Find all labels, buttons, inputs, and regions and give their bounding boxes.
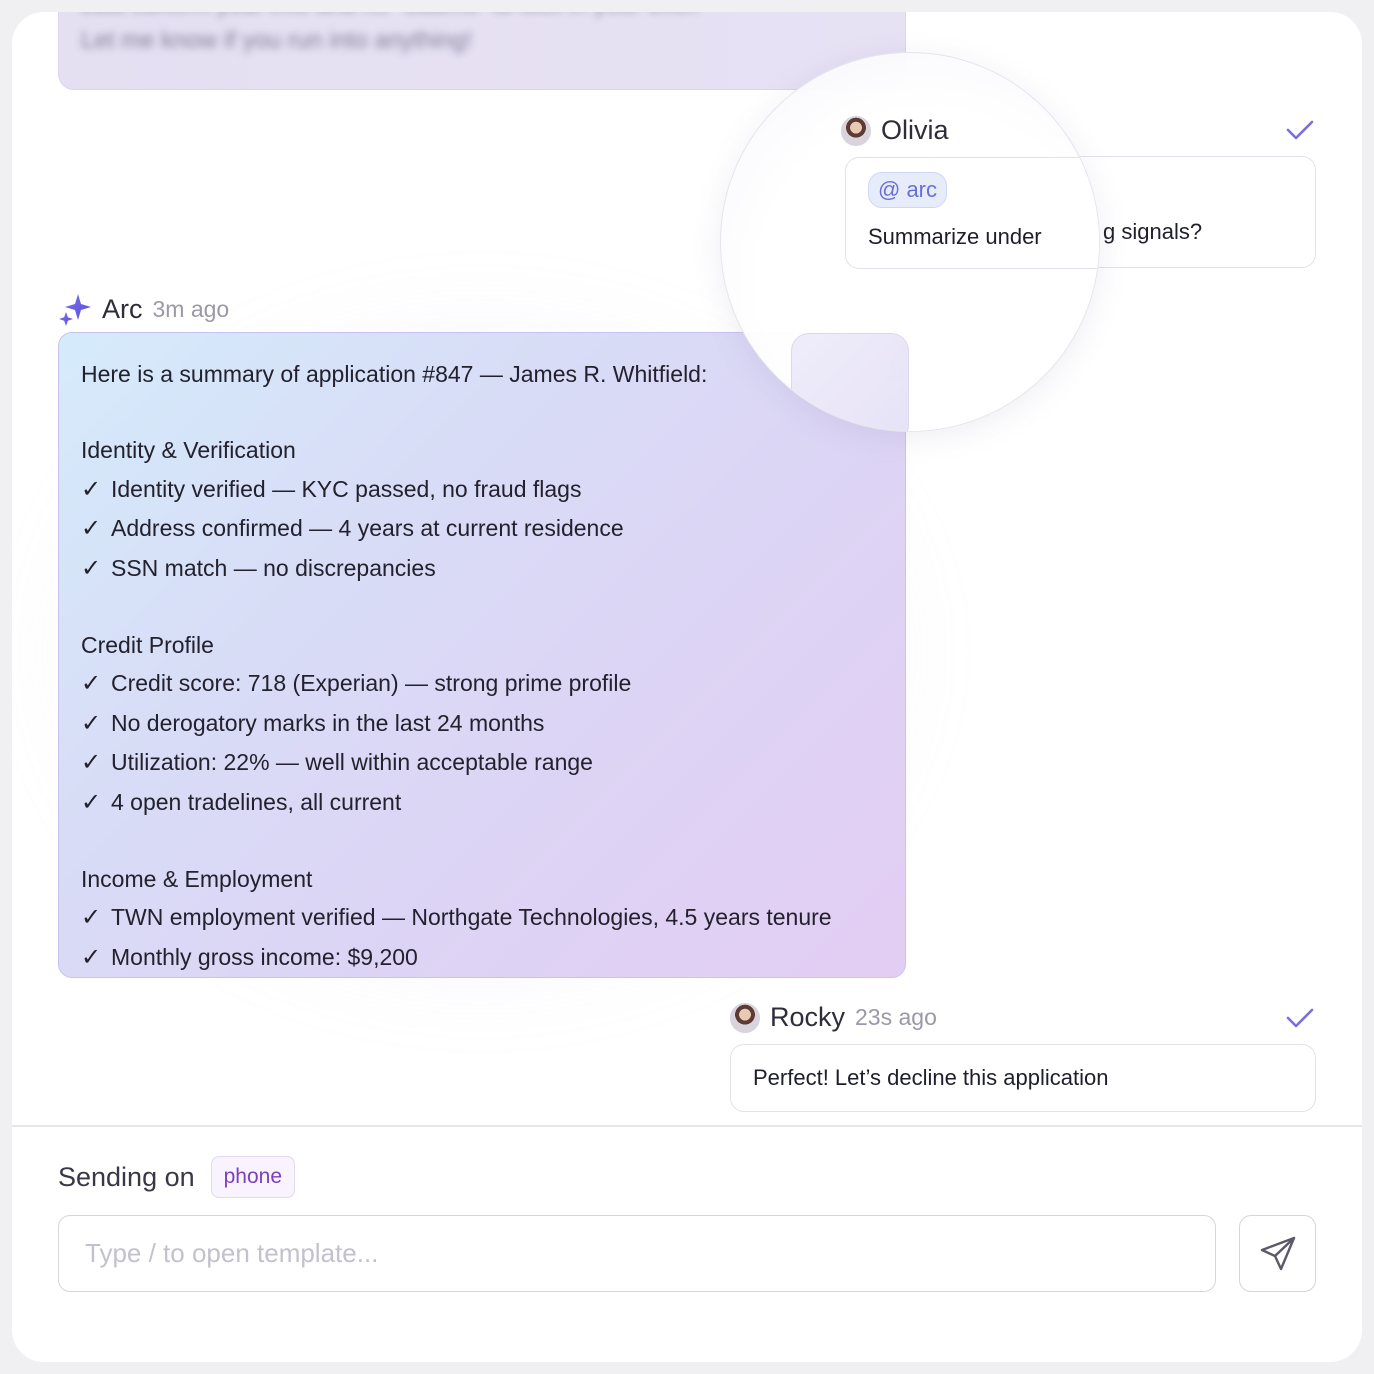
arc-timestamp: 3m ago (152, 295, 230, 322)
olivia-message-text-tail: g signals? (1103, 219, 1203, 244)
send-button[interactable] (1239, 1215, 1316, 1292)
list-item: ✓ TWN employment verified — Northgate Tec… (81, 898, 883, 937)
check-icon: ✓ (81, 670, 102, 698)
check-icon: ✓ (81, 475, 102, 503)
channel-chip[interactable]: phone (210, 1156, 296, 1198)
olivia-message-header: Olivia (841, 115, 949, 146)
rocky-timestamp: 23s ago (855, 1004, 937, 1030)
rocky-message-header: Rocky 23s ago (730, 1002, 937, 1033)
check-icon: ✓ (81, 709, 102, 737)
check-icon: ✓ (81, 943, 102, 971)
message-composer[interactable] (58, 1215, 1216, 1292)
previous-message-line: Just confirm your info and hit "Submit" … (81, 12, 881, 23)
list-item: ✓ Utilization: 22% — well within acceptab… (81, 743, 883, 782)
lens-ghost-shape (791, 333, 909, 431)
olivia-bubble-magnified: @ arc Summarize under (845, 157, 1099, 269)
check-icon: ✓ (81, 788, 102, 816)
rocky-author-name: Rocky (770, 1002, 846, 1032)
list-item: ✓ Identity verified — KYC passed, no frau… (81, 470, 883, 509)
check-icon: ✓ (81, 904, 102, 932)
check-icon: ✓ (81, 515, 102, 543)
rocky-message-bubble: Perfect! Let’s decline this application (730, 1044, 1316, 1112)
read-check-icon (1286, 120, 1314, 140)
rocky-message-text: Perfect! Let’s decline this application (753, 1065, 1109, 1090)
arc-mention-chip[interactable]: @ arc (868, 172, 948, 208)
magnifier-lens: Olivia @ arc Summarize under (720, 52, 1100, 432)
read-check-icon (1286, 1008, 1314, 1028)
list-item: ✓ SSN match — no discrepancies (81, 549, 883, 588)
avatar (841, 115, 871, 146)
sending-channel-row: Sending on phone (58, 1156, 296, 1198)
arc-author-name: Arc (102, 293, 143, 324)
list-item: ✓ Monthly gross income: $9,200 (81, 938, 883, 977)
sending-label: Sending on (58, 1161, 195, 1192)
list-item: ✓ Credit score: 718 (Experian) — strong p… (81, 664, 883, 703)
message-input[interactable] (85, 1238, 1215, 1269)
send-icon (1259, 1235, 1297, 1273)
section-title: Identity & Verification (81, 437, 296, 464)
list-item: ✓ Address confirmed — 4 years at current … (81, 509, 883, 548)
olivia-message-text: Summarize under (868, 224, 1042, 249)
section-title: Income & Employment (81, 866, 313, 893)
chat-panel: Just confirm your info and hit "Submit" … (12, 12, 1362, 1362)
check-icon: ✓ (81, 749, 102, 777)
list-item: ✓ No derogatory marks in the last 24 mont… (81, 704, 883, 743)
arc-message-header: Arc 3m ago (58, 292, 229, 326)
check-icon: ✓ (81, 554, 102, 582)
olivia-author-name: Olivia (881, 115, 949, 145)
composer-divider (12, 1125, 1362, 1127)
sparkle-icon (58, 292, 92, 326)
avatar (730, 1002, 760, 1033)
list-item: ✓ 4 open tradelines, all current (81, 783, 883, 822)
section-title: Credit Profile (81, 632, 214, 659)
